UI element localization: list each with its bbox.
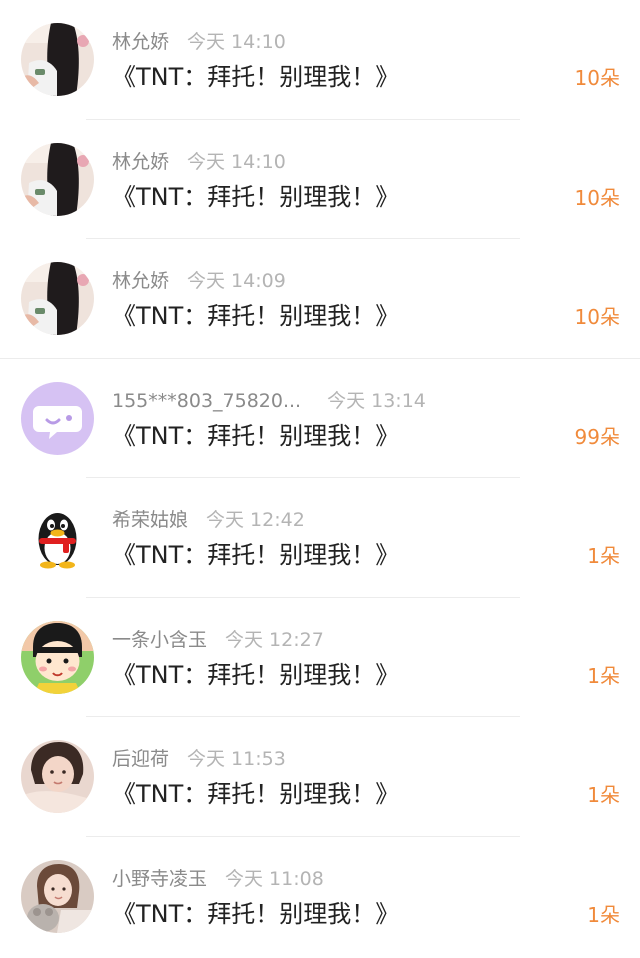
list-item[interactable]: 希荣姑娘 今天 12:42 《TNT：拜托！别理我！》 1朵 [0, 478, 640, 598]
sender-name[interactable]: 155***803_75820... [112, 390, 301, 412]
sender-name[interactable]: 林允娇 [112, 31, 169, 53]
woman-photo-avatar-icon[interactable] [21, 740, 94, 813]
item-meta: 一条小含玉 今天 12:27 [112, 627, 324, 653]
list-item[interactable]: 林允娇 今天 14:09 《TNT：拜托！别理我！》 10朵 [0, 239, 640, 359]
sent-time: 今天 11:08 [225, 867, 324, 890]
list-item[interactable]: 林允娇 今天 14:10 《TNT：拜托！别理我！》 10朵 [0, 0, 640, 120]
sent-time: 今天 14:10 [187, 31, 286, 53]
sent-time: 今天 12:27 [225, 628, 324, 651]
sent-time: 今天 12:42 [206, 509, 305, 531]
chat-bubble-avatar-icon[interactable] [21, 381, 94, 455]
gift-amount: 10朵 [574, 66, 620, 90]
girl-photo-avatar-icon[interactable] [21, 142, 94, 216]
book-title[interactable]: 《TNT：拜托！别理我！》 [112, 59, 399, 95]
cartoon-girl-avatar-icon[interactable] [21, 620, 94, 694]
gift-record-list: 林允娇 今天 14:10 《TNT：拜托！别理我！》 10朵 林允娇 今天 14:1… [0, 0, 640, 958]
item-meta: 小野寺凌玉 今天 11:08 [112, 866, 324, 892]
girl-with-toy-avatar-icon[interactable] [21, 859, 94, 933]
sent-time: 今天 14:09 [187, 270, 286, 292]
gift-amount: 1朵 [587, 544, 620, 568]
sent-time: 今天 14:10 [187, 150, 286, 173]
gift-amount: 1朵 [587, 902, 620, 927]
list-item[interactable]: 后迎荷 今天 11:53 《TNT：拜托！别理我！》 1朵 [0, 717, 640, 837]
gift-amount: 99朵 [574, 424, 620, 449]
item-meta: 林允娇 今天 14:10 [112, 149, 286, 175]
item-meta: 林允娇 今天 14:10 [112, 29, 286, 55]
book-title[interactable]: 《TNT：拜托！别理我！》 [112, 776, 399, 812]
sender-name[interactable]: 林允娇 [112, 151, 169, 173]
sent-time: 今天 11:53 [187, 748, 286, 770]
list-item[interactable]: 一条小含玉 今天 12:27 《TNT：拜托！别理我！》 1朵 [0, 598, 640, 717]
sender-name[interactable]: 林允娇 [112, 270, 169, 292]
list-item[interactable]: 林允娇 今天 14:10 《TNT：拜托！别理我！》 10朵 [0, 120, 640, 239]
gift-amount: 1朵 [587, 663, 620, 688]
sender-name[interactable]: 希荣姑娘 [112, 509, 188, 531]
girl-photo-avatar-icon[interactable] [21, 262, 94, 335]
item-meta: 林允娇 今天 14:09 [112, 268, 286, 294]
sent-time: 今天 13:14 [327, 389, 426, 412]
sender-name[interactable]: 小野寺凌玉 [112, 868, 207, 890]
book-title[interactable]: 《TNT：拜托！别理我！》 [112, 657, 399, 693]
book-title[interactable]: 《TNT：拜托！别理我！》 [112, 179, 399, 215]
book-title[interactable]: 《TNT：拜托！别理我！》 [112, 418, 399, 454]
item-meta: 后迎荷 今天 11:53 [112, 746, 286, 772]
item-meta: 希荣姑娘 今天 12:42 [112, 507, 305, 533]
gift-amount: 1朵 [587, 783, 620, 807]
qq-penguin-avatar-icon[interactable] [21, 501, 94, 574]
gift-amount: 10朵 [574, 305, 620, 329]
book-title[interactable]: 《TNT：拜托！别理我！》 [112, 298, 399, 334]
gift-amount: 10朵 [574, 185, 620, 210]
book-title[interactable]: 《TNT：拜托！别理我！》 [112, 896, 399, 932]
list-item[interactable]: 小野寺凌玉 今天 11:08 《TNT：拜托！别理我！》 1朵 [0, 837, 640, 957]
sender-name[interactable]: 一条小含玉 [112, 629, 207, 651]
item-meta: 155***803_75820... 今天 13:14 [112, 388, 426, 414]
girl-photo-avatar-icon[interactable] [21, 23, 94, 96]
book-title[interactable]: 《TNT：拜托！别理我！》 [112, 537, 399, 573]
sender-name[interactable]: 后迎荷 [112, 748, 169, 770]
list-item[interactable]: 155***803_75820... 今天 13:14 《TNT：拜托！别理我！》… [0, 359, 640, 478]
